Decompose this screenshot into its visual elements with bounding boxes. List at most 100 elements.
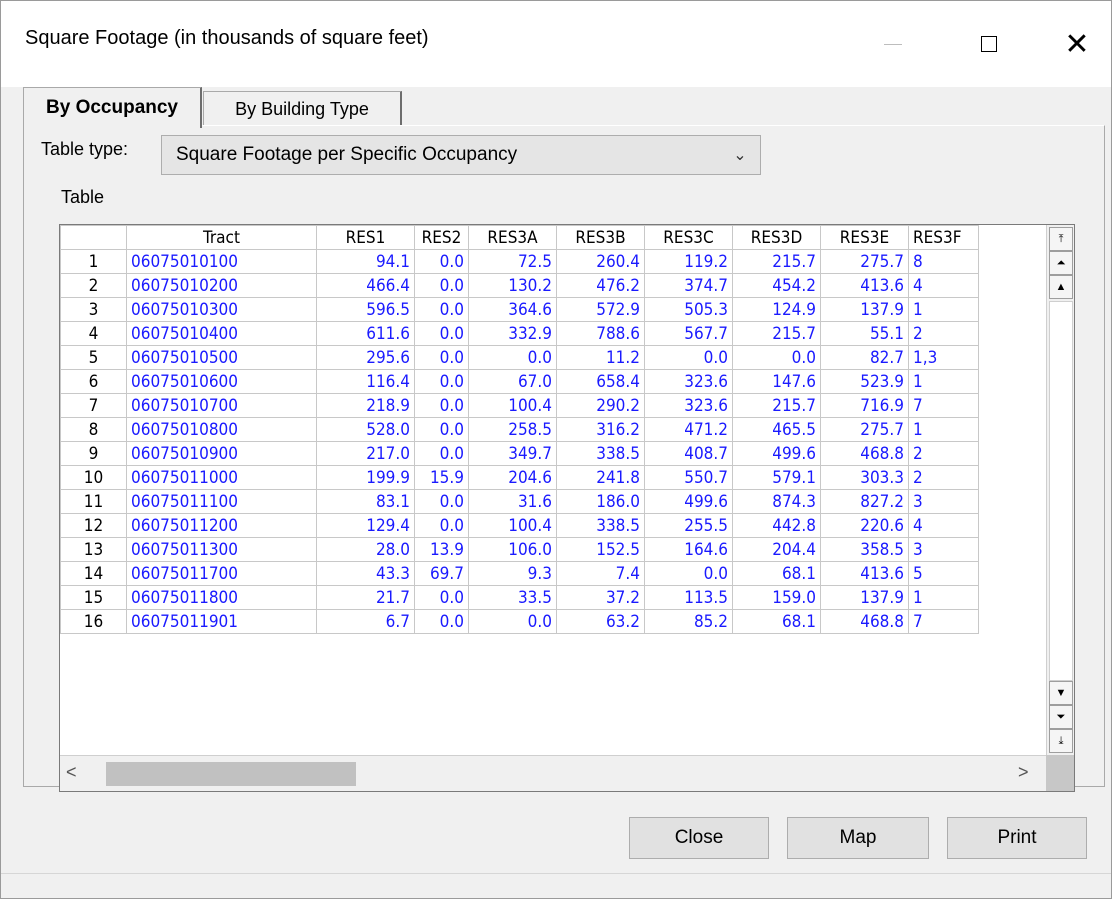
value-cell[interactable]: 658.4 <box>556 369 645 394</box>
tract-cell[interactable]: 06075011800 <box>126 585 317 610</box>
value-cell[interactable]: 1 <box>908 585 979 610</box>
value-cell[interactable]: 217.0 <box>316 441 415 466</box>
value-cell[interactable]: 119.2 <box>644 249 733 274</box>
value-cell[interactable]: 0.0 <box>468 345 557 370</box>
value-cell[interactable]: 338.5 <box>556 513 645 538</box>
value-cell[interactable]: 2 <box>908 465 979 490</box>
value-cell[interactable]: 15.9 <box>414 465 469 490</box>
value-cell[interactable]: 0.0 <box>414 609 469 634</box>
value-cell[interactable]: 159.0 <box>732 585 821 610</box>
column-header-res3a[interactable]: RES3A <box>468 225 557 250</box>
column-header-res3e[interactable]: RES3E <box>820 225 909 250</box>
value-cell[interactable]: 67.0 <box>468 369 557 394</box>
table-row[interactable]: 1 06075010100 94.1 0.0 72.5 260.4 119.2 215.7 27… <box>60 249 979 274</box>
scroll-down-icon[interactable]: ▼ <box>1049 681 1073 705</box>
table-row[interactable]: 14 06075011700 43.3 69.7 9.3 7.4 0.0 68.1 413.6 5 <box>60 561 979 586</box>
scroll-right-icon[interactable]: > <box>1018 762 1029 783</box>
table-row[interactable]: 16 06075011901 6.7 0.0 0.0 63.2 85.2 68.1 468.8 7 <box>60 609 979 634</box>
value-cell[interactable]: 31.6 <box>468 489 557 514</box>
value-cell[interactable]: 215.7 <box>732 393 821 418</box>
minimize-button[interactable] <box>863 1 923 87</box>
value-cell[interactable]: 68.1 <box>732 561 821 586</box>
value-cell[interactable]: 0.0 <box>414 297 469 322</box>
value-cell[interactable]: 113.5 <box>644 585 733 610</box>
maximize-button[interactable] <box>959 1 1019 87</box>
value-cell[interactable]: 218.9 <box>316 393 415 418</box>
value-cell[interactable]: 0.0 <box>644 345 733 370</box>
table-type-select[interactable]: Square Footage per Specific Occupancy ⌄ <box>161 135 761 175</box>
tract-cell[interactable]: 06075011901 <box>126 609 317 634</box>
table-row[interactable]: 8 06075010800 528.0 0.0 258.5 316.2 471.2 465.5… <box>60 417 979 442</box>
value-cell[interactable]: 100.4 <box>468 393 557 418</box>
value-cell[interactable]: 9.3 <box>468 561 557 586</box>
table-row[interactable]: 5 06075010500 295.6 0.0 0.0 11.2 0.0 0.0 82.7 1,3 <box>60 345 979 370</box>
value-cell[interactable]: 13.9 <box>414 537 469 562</box>
row-number-cell[interactable]: 2 <box>60 273 127 298</box>
value-cell[interactable]: 3 <box>908 537 979 562</box>
tract-cell[interactable]: 06075010800 <box>126 417 317 442</box>
table-row[interactable]: 2 06075010200 466.4 0.0 130.2 476.2 374.7 454.2… <box>60 273 979 298</box>
value-cell[interactable]: 465.5 <box>732 417 821 442</box>
table-row[interactable]: 3 06075010300 596.5 0.0 364.6 572.9 505.3 124.9… <box>60 297 979 322</box>
scroll-left-icon[interactable]: < <box>66 762 77 783</box>
value-cell[interactable]: 137.9 <box>820 297 909 322</box>
value-cell[interactable]: 37.2 <box>556 585 645 610</box>
value-cell[interactable]: 374.7 <box>644 273 733 298</box>
value-cell[interactable]: 164.6 <box>644 537 733 562</box>
tract-cell[interactable]: 06075010100 <box>126 249 317 274</box>
value-cell[interactable]: 116.4 <box>316 369 415 394</box>
value-cell[interactable]: 83.1 <box>316 489 415 514</box>
value-cell[interactable]: 468.8 <box>820 609 909 634</box>
table-row[interactable]: 9 06075010900 217.0 0.0 349.7 338.5 408.7 499.6… <box>60 441 979 466</box>
value-cell[interactable]: 827.2 <box>820 489 909 514</box>
value-cell[interactable]: 106.0 <box>468 537 557 562</box>
value-cell[interactable]: 72.5 <box>468 249 557 274</box>
scroll-up-icon[interactable]: ▲ <box>1049 275 1073 299</box>
row-number-cell[interactable]: 6 <box>60 369 127 394</box>
row-number-cell[interactable]: 8 <box>60 417 127 442</box>
value-cell[interactable]: 275.7 <box>820 417 909 442</box>
tract-cell[interactable]: 06075011300 <box>126 537 317 562</box>
value-cell[interactable]: 6.7 <box>316 609 415 634</box>
value-cell[interactable]: 124.9 <box>732 297 821 322</box>
value-cell[interactable]: 215.7 <box>732 321 821 346</box>
value-cell[interactable]: 0.0 <box>732 345 821 370</box>
value-cell[interactable]: 316.2 <box>556 417 645 442</box>
value-cell[interactable]: 0.0 <box>468 609 557 634</box>
value-cell[interactable]: 8 <box>908 249 979 274</box>
tract-cell[interactable]: 06075010600 <box>126 369 317 394</box>
value-cell[interactable]: 0.0 <box>414 345 469 370</box>
value-cell[interactable]: 63.2 <box>556 609 645 634</box>
value-cell[interactable]: 4 <box>908 513 979 538</box>
column-header-rownum[interactable] <box>60 225 127 250</box>
value-cell[interactable]: 204.4 <box>732 537 821 562</box>
vertical-scrollbar[interactable]: ⤒ ⏶ ▲ ▼ ⏷ ⤓ <box>1046 225 1074 755</box>
value-cell[interactable]: 332.9 <box>468 321 557 346</box>
tract-cell[interactable]: 06075010700 <box>126 393 317 418</box>
value-cell[interactable]: 0.0 <box>414 489 469 514</box>
table-row[interactable]: 10 06075011000 199.9 15.9 204.6 241.8 550.7 579… <box>60 465 979 490</box>
value-cell[interactable]: 7 <box>908 609 979 634</box>
value-cell[interactable]: 505.3 <box>644 297 733 322</box>
row-number-cell[interactable]: 10 <box>60 465 127 490</box>
table-row[interactable]: 4 06075010400 611.6 0.0 332.9 788.6 567.7 215.7… <box>60 321 979 346</box>
value-cell[interactable]: 323.6 <box>644 393 733 418</box>
value-cell[interactable]: 33.5 <box>468 585 557 610</box>
value-cell[interactable]: 129.4 <box>316 513 415 538</box>
value-cell[interactable]: 471.2 <box>644 417 733 442</box>
value-cell[interactable]: 408.7 <box>644 441 733 466</box>
tract-cell[interactable]: 06075011200 <box>126 513 317 538</box>
column-header-res3d[interactable]: RES3D <box>732 225 821 250</box>
scroll-top-icon[interactable]: ⤒ <box>1049 227 1073 251</box>
value-cell[interactable]: 241.8 <box>556 465 645 490</box>
value-cell[interactable]: 499.6 <box>732 441 821 466</box>
value-cell[interactable]: 1 <box>908 297 979 322</box>
value-cell[interactable]: 303.3 <box>820 465 909 490</box>
column-header-res2[interactable]: RES2 <box>414 225 469 250</box>
value-cell[interactable]: 204.6 <box>468 465 557 490</box>
value-cell[interactable]: 199.9 <box>316 465 415 490</box>
data-grid[interactable]: Tract RES1 RES2 RES3A RES3B RES3C RES3D … <box>59 224 1075 792</box>
value-cell[interactable]: 0.0 <box>414 393 469 418</box>
value-cell[interactable]: 413.6 <box>820 561 909 586</box>
row-number-cell[interactable]: 5 <box>60 345 127 370</box>
